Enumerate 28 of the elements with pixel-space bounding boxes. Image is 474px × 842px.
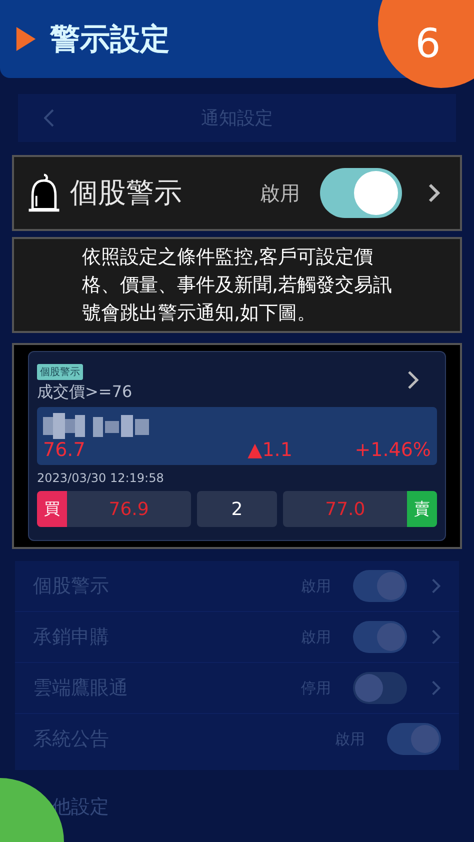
chevron-icon[interactable] <box>407 370 419 390</box>
toggle-switch[interactable] <box>353 672 407 704</box>
description-text: 依照設定之條件監控,客戶可設定價 格、價量、事件及新聞,若觸發交易訊 號會跳出警示通知,如下圖。 <box>82 245 392 326</box>
play-icon <box>16 27 36 51</box>
alert-tag: 個股警示 <box>37 364 83 380</box>
last-price: 76.7 <box>43 439 86 461</box>
price-change: ▲1.1 <box>248 439 292 461</box>
status-text: 啟用 <box>260 180 300 206</box>
toggle-switch[interactable] <box>353 570 407 602</box>
toggle-switch[interactable] <box>387 723 441 755</box>
step-badge: 6 <box>378 0 474 88</box>
chevron-icon[interactable] <box>428 183 440 203</box>
toggle-switch[interactable] <box>320 168 402 218</box>
alert-time: 2023/03/30 12:19:58 <box>37 471 165 485</box>
quantity-field[interactable]: 2 <box>196 491 278 527</box>
page-title: 警示設定 <box>50 20 170 58</box>
percent-change: +1.46% <box>354 439 431 461</box>
setting-label: 個股警示 <box>70 175 183 211</box>
sell-button[interactable]: 77.0 賣 <box>283 491 437 527</box>
alert-condition: 成交價>=76 <box>37 382 132 403</box>
buy-button[interactable]: 買 76.9 <box>37 491 191 527</box>
bid-price: 76.9 <box>108 498 150 522</box>
back-icon[interactable] <box>44 109 54 127</box>
toggle-switch[interactable] <box>353 621 407 653</box>
buy-label: 買 <box>37 491 67 527</box>
sell-label: 賣 <box>406 491 437 527</box>
ask-price: 77.0 <box>324 498 366 522</box>
bell-icon <box>26 173 62 213</box>
